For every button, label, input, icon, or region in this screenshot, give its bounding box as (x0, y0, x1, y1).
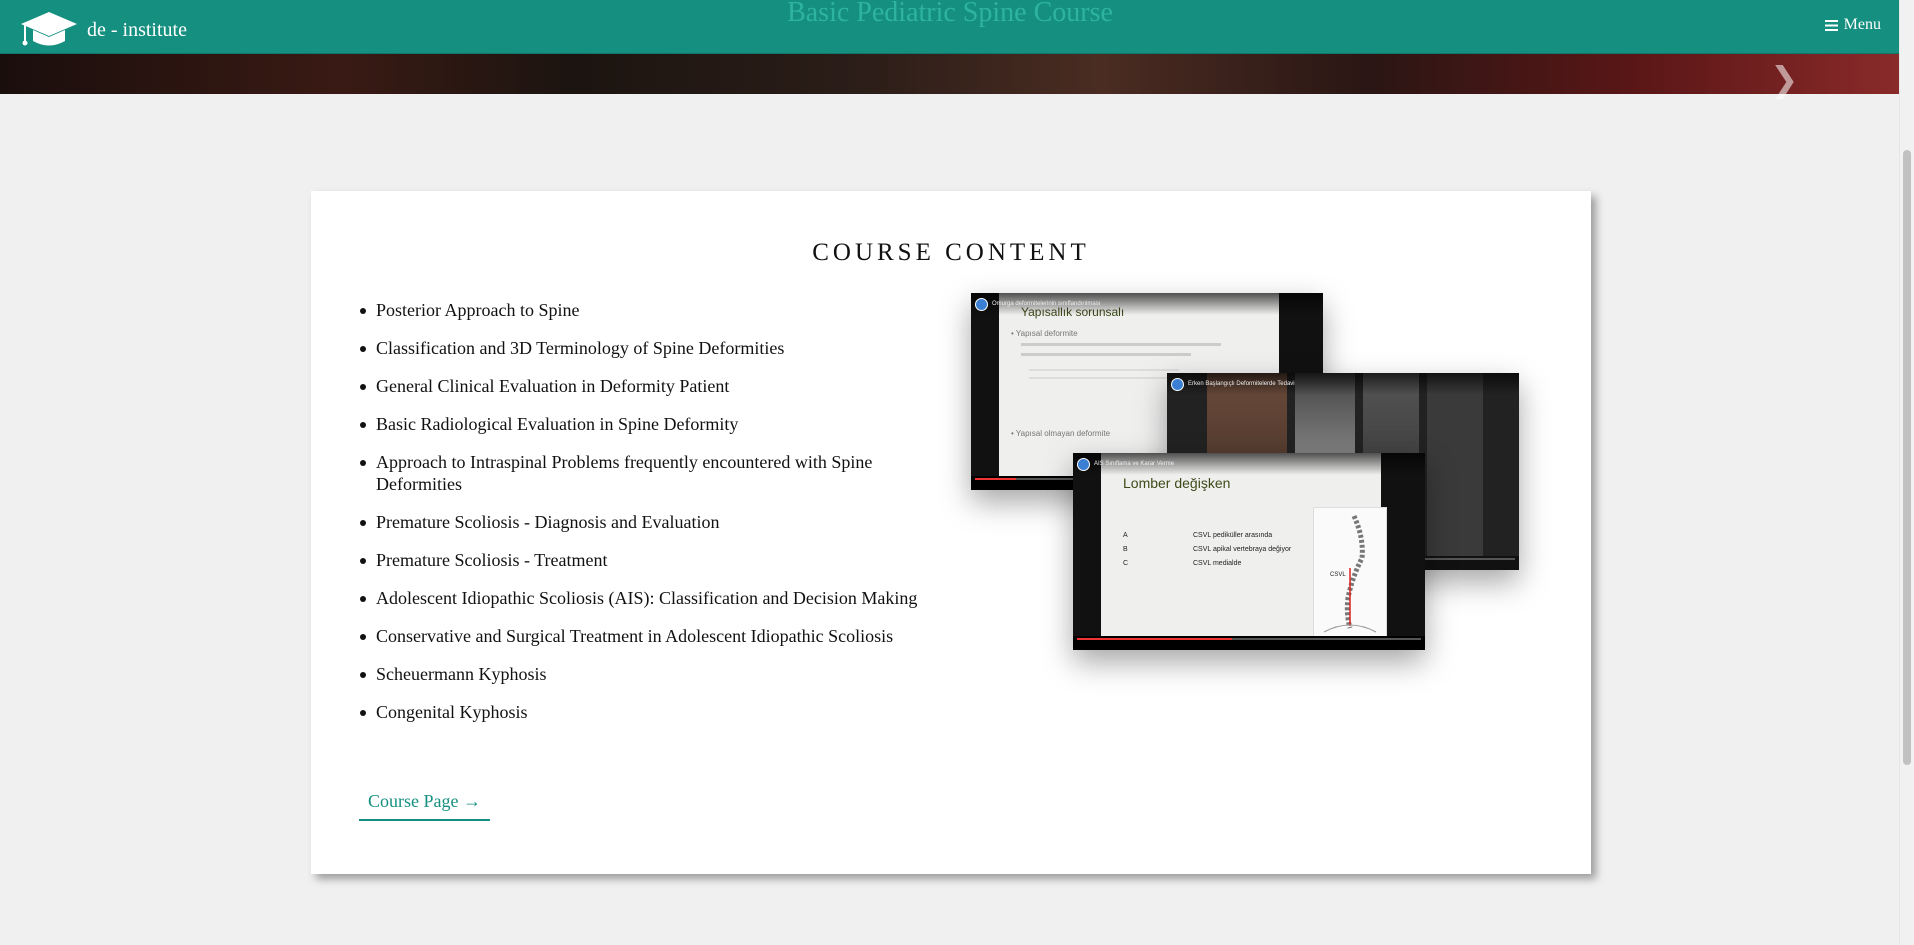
xray-label: CSVL (1330, 572, 1346, 578)
chevron-icon: ❯ (1770, 60, 1799, 100)
video-title-bar: Omurga deformitelerinin sınıflandırılmas… (971, 293, 1323, 315)
video-slide: Lomber değişken A CSVL pediküller arasın… (1101, 453, 1387, 637)
video-controls[interactable] (1073, 636, 1425, 650)
hamburger-icon (1824, 19, 1838, 31)
video-title[interactable]: AIS Sınıflama ve Karar Verme (1094, 461, 1174, 467)
slide-row-key: A (1123, 532, 1128, 539)
navbar: de - institute Basic Pediatric Spine Cou… (0, 0, 1900, 54)
topic-item: Posterior Approach to Spine (359, 299, 949, 321)
video-player[interactable]: Lomber değişken A CSVL pediküller arasın… (1073, 453, 1425, 650)
topic-item: Approach to Intraspinal Problems frequen… (359, 451, 949, 495)
video-title-bar: Erken Başlangıçlı Deformitelerde Tedavi (1167, 373, 1519, 395)
spine-icon (1323, 514, 1377, 633)
channel-avatar[interactable] (975, 297, 988, 311)
slide-title: Lomber değişken (1123, 475, 1231, 491)
topic-item: General Clinical Evaluation in Deformity… (359, 375, 949, 397)
spine-diagram: CSVL (1313, 507, 1387, 637)
video-title[interactable]: Omurga deformitelerinin sınıflandırılmas… (992, 301, 1100, 307)
slide-bullet: • Yapısal deformite (1011, 329, 1078, 338)
section-heading: COURSE CONTENT (812, 239, 1090, 266)
slide-text-line (1021, 343, 1221, 346)
topic-item: Adolescent Idiopathic Scoliosis (AIS): C… (359, 587, 949, 609)
topic-item: Conservative and Surgical Treatment in A… (359, 625, 949, 647)
video-slide (1427, 373, 1483, 556)
scrollbar[interactable] (1899, 0, 1914, 945)
video-title[interactable]: Erken Başlangıçlı Deformitelerde Tedavi (1188, 381, 1295, 387)
slide-text-line (1029, 377, 1169, 379)
slide-text-line (1029, 369, 1179, 371)
scrollbar-thumb[interactable] (1903, 150, 1911, 765)
topic-item: Congenital Kyphosis (359, 701, 949, 723)
topic-list: Posterior Approach to Spine Classificati… (359, 299, 949, 739)
course-page-link[interactable]: Course Page → (359, 791, 490, 821)
video-progress-fill (975, 478, 1017, 480)
video-progress[interactable] (1077, 638, 1421, 640)
channel-avatar[interactable] (1171, 377, 1184, 391)
slide-bullet: • Yapısal olmayan deformite (1011, 429, 1111, 438)
slide-row-text: CSVL apikal vertebraya değiyor (1193, 546, 1292, 553)
course-content-card: COURSE CONTENT Posterior Approach to Spi… (311, 191, 1591, 874)
slide-row-text: CSVL medialde (1193, 560, 1242, 567)
slide-row-key: B (1123, 546, 1128, 553)
menu-button[interactable]: Menu (1824, 16, 1881, 34)
channel-avatar[interactable] (1077, 457, 1090, 471)
video-progress-fill (1077, 638, 1232, 640)
slide-row-text: CSVL pediküller arasında (1193, 532, 1273, 539)
topic-item: Scheuermann Kyphosis (359, 663, 949, 685)
slide-text-line (1021, 353, 1191, 356)
video-title-bar: AIS Sınıflama ve Karar Verme (1073, 453, 1425, 475)
hero-title: Basic Pediatric Spine Course (787, 0, 1113, 28)
menu-label: Menu (1843, 16, 1881, 33)
topic-item: Classification and 3D Terminology of Spi… (359, 337, 949, 359)
topic-item: Premature Scoliosis - Treatment (359, 549, 949, 571)
topic-item: Premature Scoliosis - Diagnosis and Eval… (359, 511, 949, 533)
slide-row-key: C (1123, 560, 1129, 567)
topic-item: Basic Radiological Evaluation in Spine D… (359, 413, 949, 435)
